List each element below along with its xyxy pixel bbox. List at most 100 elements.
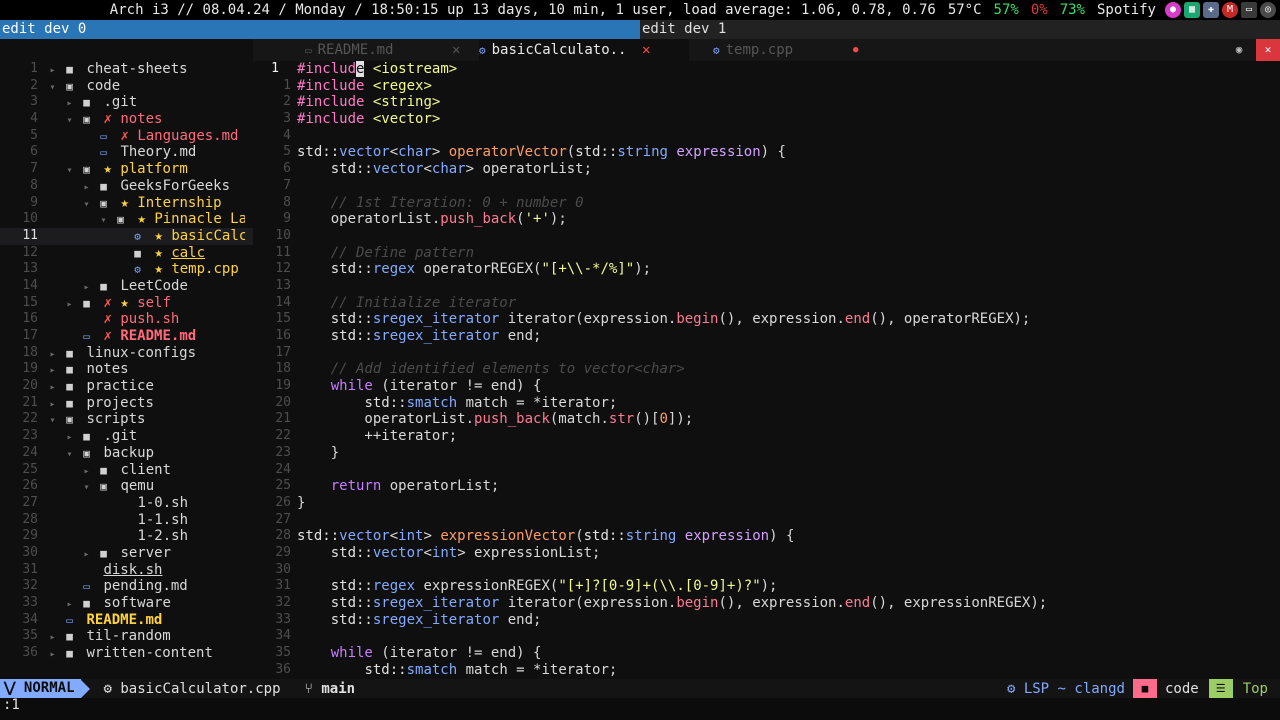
editor: 1 ▸ ■ cheat-sheets 2 ▾ ▣ code 3 ▸ ■ .git 4 ▾ ▣ ✗… [0, 39, 1280, 679]
tree-item[interactable]: til-random [86, 628, 170, 644]
chevron-right-icon[interactable]: ▸ [78, 180, 95, 195]
unsaved-dot-icon: ● [853, 45, 859, 55]
chevron-right-icon[interactable]: ▸ [78, 464, 95, 479]
tab-temp-cpp[interactable]: ⚙ temp.cpp ● [713, 39, 858, 61]
chevron-right-icon[interactable]: ▸ [44, 647, 61, 662]
tree-item[interactable]: LeetCode [120, 278, 187, 294]
tree-item[interactable]: scripts [86, 411, 145, 427]
display-icon[interactable]: ▭ [1241, 2, 1257, 18]
tree-item[interactable]: pending.md [103, 578, 187, 594]
tree-item[interactable]: push.sh [120, 311, 179, 327]
folder-icon: ■ [83, 430, 90, 444]
code-line: #include <regex> [297, 77, 432, 94]
markdown-icon: ▭ [100, 146, 107, 160]
code-line: std::sregex_iterator end; [330, 328, 542, 344]
chevron-right-icon[interactable]: ▸ [78, 280, 95, 295]
tree-item[interactable]: 1-0.sh [137, 495, 188, 511]
tree-item[interactable]: backup [103, 445, 154, 461]
tree-item[interactable]: platform [120, 161, 187, 177]
tree-item[interactable]: linux-configs [86, 345, 196, 361]
tree-item[interactable]: GeeksForGeeks [120, 178, 230, 194]
cpp-file-icon: ⚙ [134, 229, 141, 243]
tree-item[interactable]: Theory.md [120, 144, 196, 160]
tree-item[interactable]: cheat-sheets [86, 61, 187, 77]
window-title-inactive[interactable]: edit dev 1 [640, 20, 1280, 39]
tree-item[interactable]: .git [103, 94, 137, 110]
tree-item[interactable]: notes [120, 111, 162, 127]
chevron-right-icon[interactable]: ▸ [44, 380, 61, 395]
tree-item[interactable]: 1-2.sh [137, 528, 188, 544]
code-buffer[interactable]: 1 #include <iostream> 1 #include <regex> 2… [253, 61, 1280, 679]
chevron-right-icon[interactable]: ▸ [44, 397, 61, 412]
tree-item[interactable]: disk.sh [103, 562, 162, 578]
command-line[interactable]: :1 [0, 698, 1280, 720]
tree-item[interactable]: Languages.md [137, 128, 238, 144]
window-title-active[interactable]: edit dev 0 [0, 20, 640, 39]
tab-basic-calculator[interactable]: ⚙ basicCalculato.. ✕ [479, 39, 689, 61]
chevron-down-icon[interactable]: ▾ [61, 447, 78, 462]
tree-item[interactable]: code [86, 78, 120, 94]
close-icon[interactable]: ✕ [452, 39, 460, 61]
code-line: ++iterator; [297, 428, 458, 445]
tree-item[interactable]: 1-1.sh [137, 512, 188, 528]
folder-icon: ■ [66, 63, 73, 76]
tab-readme[interactable]: ▭ README.md ✕ [305, 39, 460, 61]
tree-item[interactable]: Pinnacle La [154, 211, 245, 227]
code-line: // Add identified elements to vector<cha… [330, 361, 685, 378]
tree-item[interactable]: written-content [86, 645, 212, 661]
tree-item[interactable]: software [103, 595, 170, 611]
code-line: std::smatch match = *iterator; [364, 661, 618, 678]
chevron-right-icon[interactable]: ▸ [44, 363, 61, 378]
branch-icon: ⑂ [304, 680, 313, 697]
chevron-right-icon[interactable]: ▸ [61, 597, 78, 612]
code-line: std::regex expressionREGEX("[+]?[0-9]+(\… [330, 578, 778, 595]
tree-item[interactable]: calc [171, 245, 205, 261]
app-tray-icon[interactable]: ● [1165, 2, 1181, 18]
chevron-down-icon[interactable]: ▾ [95, 213, 112, 228]
tree-item[interactable]: temp.cpp [171, 261, 238, 277]
code-line: std::vector<int> expressionVector(std::s… [297, 528, 795, 545]
tree-item[interactable]: server [120, 545, 171, 561]
modified-icon: ✗ [103, 294, 112, 311]
chevron-right-icon[interactable]: ▸ [61, 430, 78, 445]
tree-item[interactable]: Internship [137, 195, 221, 211]
folder-icon: ■ [100, 463, 107, 477]
chevron-right-icon[interactable]: ▸ [44, 347, 61, 362]
mail-icon[interactable]: M [1222, 2, 1238, 18]
close-all-icon[interactable]: ✕ [1256, 39, 1280, 61]
chevron-right-icon[interactable]: ▸ [61, 297, 78, 312]
toggle-icon[interactable]: ◉ [1222, 39, 1256, 61]
chevron-down-icon[interactable]: ▾ [44, 413, 61, 428]
code-line: std::smatch match = *iterator; [364, 394, 618, 411]
tree-item[interactable]: notes [86, 361, 128, 377]
chevron-down-icon[interactable]: ▾ [61, 113, 78, 128]
chevron-right-icon[interactable]: ▸ [44, 63, 61, 78]
network-icon[interactable]: ◎ [1260, 2, 1276, 18]
chevron-down-icon[interactable]: ▾ [78, 197, 95, 212]
chevron-right-icon[interactable]: ▸ [61, 96, 78, 111]
tree-item[interactable]: projects [86, 395, 153, 411]
tree-item[interactable]: practice [86, 378, 153, 394]
modified-icon: ✗ [103, 111, 112, 128]
scroll-position: Top [1242, 680, 1268, 697]
chevron-down-icon[interactable]: ▾ [44, 80, 61, 95]
folder-icon: ■ [66, 630, 73, 644]
tree-item[interactable]: README.md [120, 328, 196, 344]
chevron-right-icon[interactable]: ▸ [44, 630, 61, 645]
star-icon: ★ [154, 227, 163, 244]
chevron-down-icon[interactable]: ▾ [61, 163, 78, 178]
tree-item[interactable]: basicCalc [171, 228, 245, 244]
tree-item[interactable]: client [120, 462, 171, 478]
chevron-down-icon[interactable]: ▾ [78, 480, 95, 495]
close-icon[interactable]: ✕ [642, 39, 650, 61]
tree-item[interactable]: self [137, 295, 171, 311]
code-line: std::sregex_iterator iterator(expression… [330, 595, 1048, 611]
chevron-right-icon[interactable]: ▸ [78, 547, 95, 562]
tree-item[interactable]: .git [103, 428, 137, 444]
tree-item[interactable]: README.md [86, 612, 162, 628]
tray-grid-icon[interactable]: ▦ [1184, 2, 1200, 18]
folder-icon: ■ [83, 296, 90, 310]
tree-item[interactable]: qemu [120, 478, 154, 494]
tray-puzzle-icon[interactable]: ✚ [1203, 2, 1219, 18]
code-line: } [297, 494, 306, 511]
